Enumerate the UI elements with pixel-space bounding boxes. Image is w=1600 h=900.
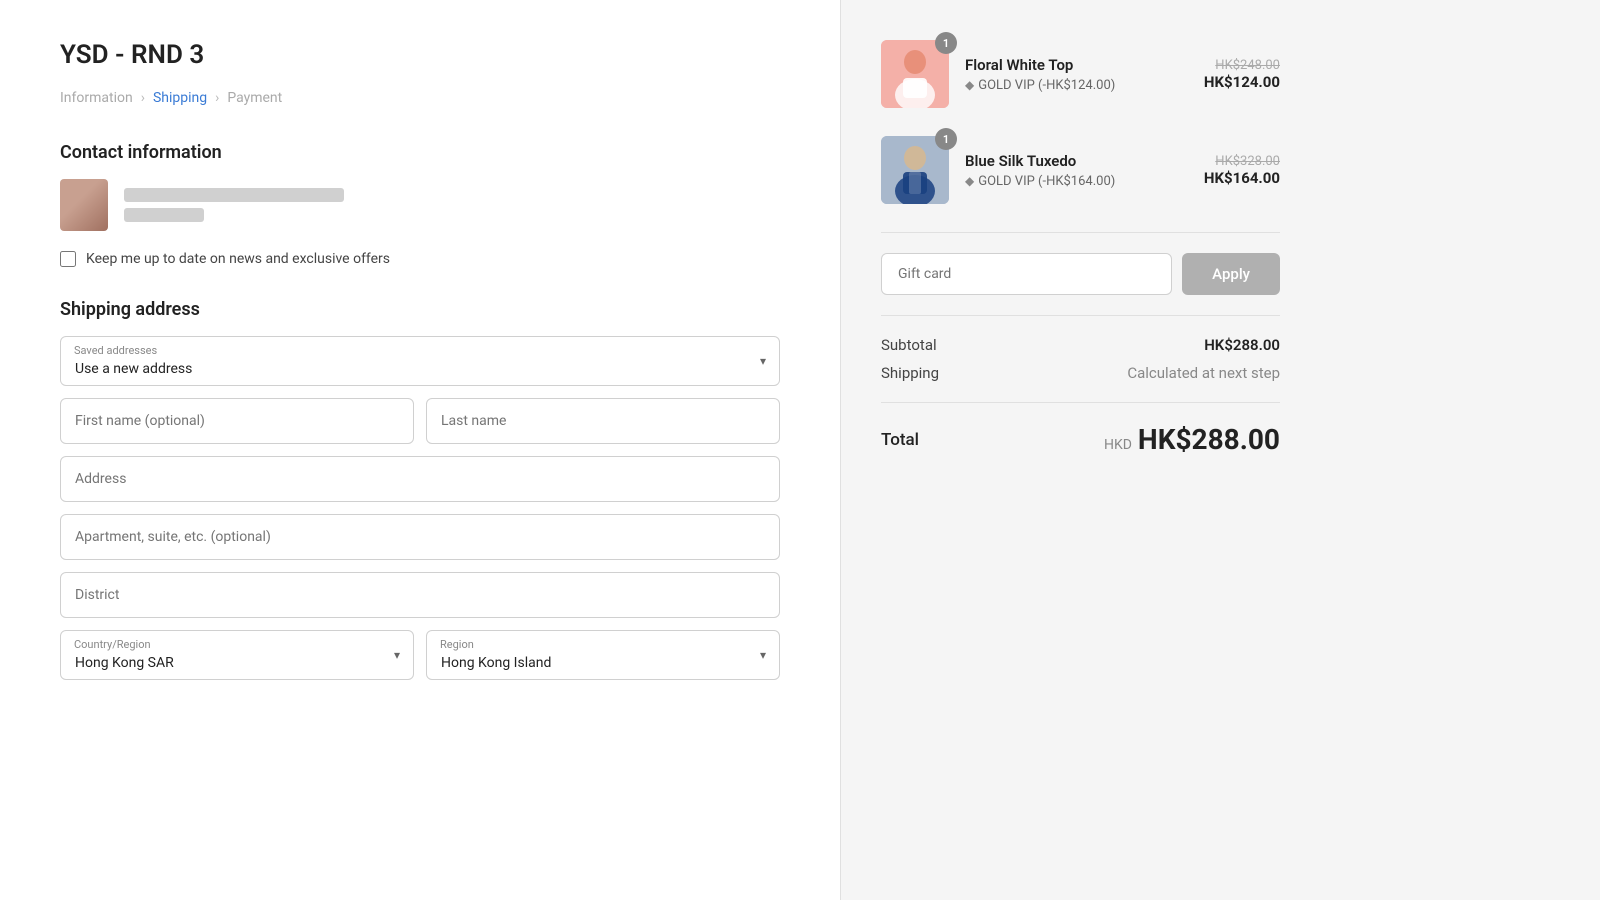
- divider-1: [881, 232, 1280, 233]
- newsletter-checkbox[interactable]: [60, 251, 76, 267]
- item-1-prices: HK$248.00 HK$124.00: [1204, 58, 1280, 91]
- total-row: Total HKD HK$288.00: [881, 423, 1280, 456]
- divider-3: [881, 402, 1280, 403]
- item-1-quantity-badge: 1: [935, 32, 957, 54]
- contact-email-blurred: [124, 188, 344, 202]
- item-2-quantity-badge: 1: [935, 128, 957, 150]
- saved-addresses-select[interactable]: Use a new address: [60, 336, 780, 386]
- region-wrapper: Region Hong Kong Island ▾: [426, 630, 780, 680]
- breadcrumb: Information › Shipping › Payment: [60, 90, 780, 106]
- total-value-group: HKD HK$288.00: [1104, 423, 1280, 456]
- left-panel: YSD - RND 3 Information › Shipping › Pay…: [0, 0, 840, 900]
- address-input[interactable]: [60, 456, 780, 502]
- region-select[interactable]: Hong Kong Island: [426, 630, 780, 680]
- shipping-label: Shipping: [881, 364, 939, 382]
- item-2-prices: HK$328.00 HK$164.00: [1204, 154, 1280, 187]
- item-2-details: Blue Silk Tuxedo ◆ GOLD VIP (-HK$164.00): [965, 152, 1188, 189]
- total-amount: HK$288.00: [1138, 423, 1280, 456]
- item-2-original-price: HK$328.00: [1204, 154, 1280, 169]
- order-item-1: 1 Floral White Top ◆ GOLD VIP (-HK$124.0…: [881, 40, 1280, 108]
- item-2-vip: ◆ GOLD VIP (-HK$164.00): [965, 174, 1188, 189]
- first-name-input[interactable]: [60, 398, 414, 444]
- item-2-name: Blue Silk Tuxedo: [965, 152, 1188, 170]
- apply-button[interactable]: Apply: [1182, 253, 1280, 295]
- newsletter-row: Keep me up to date on news and exclusive…: [60, 251, 780, 267]
- breadcrumb-sep-1: ›: [141, 90, 145, 106]
- shipping-section-title: Shipping address: [60, 299, 780, 320]
- last-name-input[interactable]: [426, 398, 780, 444]
- country-wrapper: Country/Region Hong Kong SAR ▾: [60, 630, 414, 680]
- item-2-image-wrapper: 1: [881, 136, 949, 204]
- contact-info: [60, 179, 780, 231]
- breadcrumb-information[interactable]: Information: [60, 90, 133, 106]
- subtotal-label: Subtotal: [881, 336, 937, 354]
- avatar: [60, 179, 108, 231]
- item-1-final-price: HK$124.00: [1204, 73, 1280, 91]
- item-2-final-price: HK$164.00: [1204, 169, 1280, 187]
- country-region-row: Country/Region Hong Kong SAR ▾ Region Ho…: [60, 630, 780, 692]
- item-1-original-price: HK$248.00: [1204, 58, 1280, 73]
- order-item-2: 1 Blue Silk Tuxedo ◆ GOLD VIP (-HK$164.0…: [881, 136, 1280, 204]
- item-1-image-wrapper: 1: [881, 40, 949, 108]
- district-input[interactable]: [60, 572, 780, 618]
- breadcrumb-sep-2: ›: [215, 90, 219, 106]
- contact-text: [124, 188, 344, 222]
- contact-section-title: Contact information: [60, 142, 780, 163]
- apartment-input[interactable]: [60, 514, 780, 560]
- gift-card-row: Apply: [881, 253, 1280, 295]
- store-title: YSD - RND 3: [60, 40, 780, 70]
- shipping-row: Shipping Calculated at next step: [881, 364, 1280, 382]
- gift-card-input[interactable]: [881, 253, 1172, 295]
- country-select[interactable]: Hong Kong SAR: [60, 630, 414, 680]
- shipping-section: Shipping address Saved addresses Use a n…: [60, 299, 780, 692]
- item-1-name: Floral White Top: [965, 56, 1188, 74]
- breadcrumb-shipping[interactable]: Shipping: [153, 90, 207, 106]
- diamond-icon-1: ◆: [965, 78, 974, 92]
- diamond-icon-2: ◆: [965, 174, 974, 188]
- contact-name-blurred: [124, 208, 204, 222]
- subtotal-row: Subtotal HK$288.00: [881, 336, 1280, 354]
- item-1-details: Floral White Top ◆ GOLD VIP (-HK$124.00): [965, 56, 1188, 93]
- total-currency: HKD: [1104, 437, 1132, 453]
- subtotal-value: HK$288.00: [1204, 336, 1280, 354]
- saved-addresses-wrapper: Saved addresses Use a new address ▾: [60, 336, 780, 386]
- shipping-value: Calculated at next step: [1127, 364, 1280, 382]
- newsletter-label[interactable]: Keep me up to date on news and exclusive…: [86, 251, 390, 267]
- name-row: [60, 398, 780, 444]
- total-label: Total: [881, 430, 919, 450]
- item-1-vip: ◆ GOLD VIP (-HK$124.00): [965, 78, 1188, 93]
- right-panel: 1 Floral White Top ◆ GOLD VIP (-HK$124.0…: [840, 0, 1320, 900]
- breadcrumb-payment[interactable]: Payment: [227, 90, 282, 106]
- divider-2: [881, 315, 1280, 316]
